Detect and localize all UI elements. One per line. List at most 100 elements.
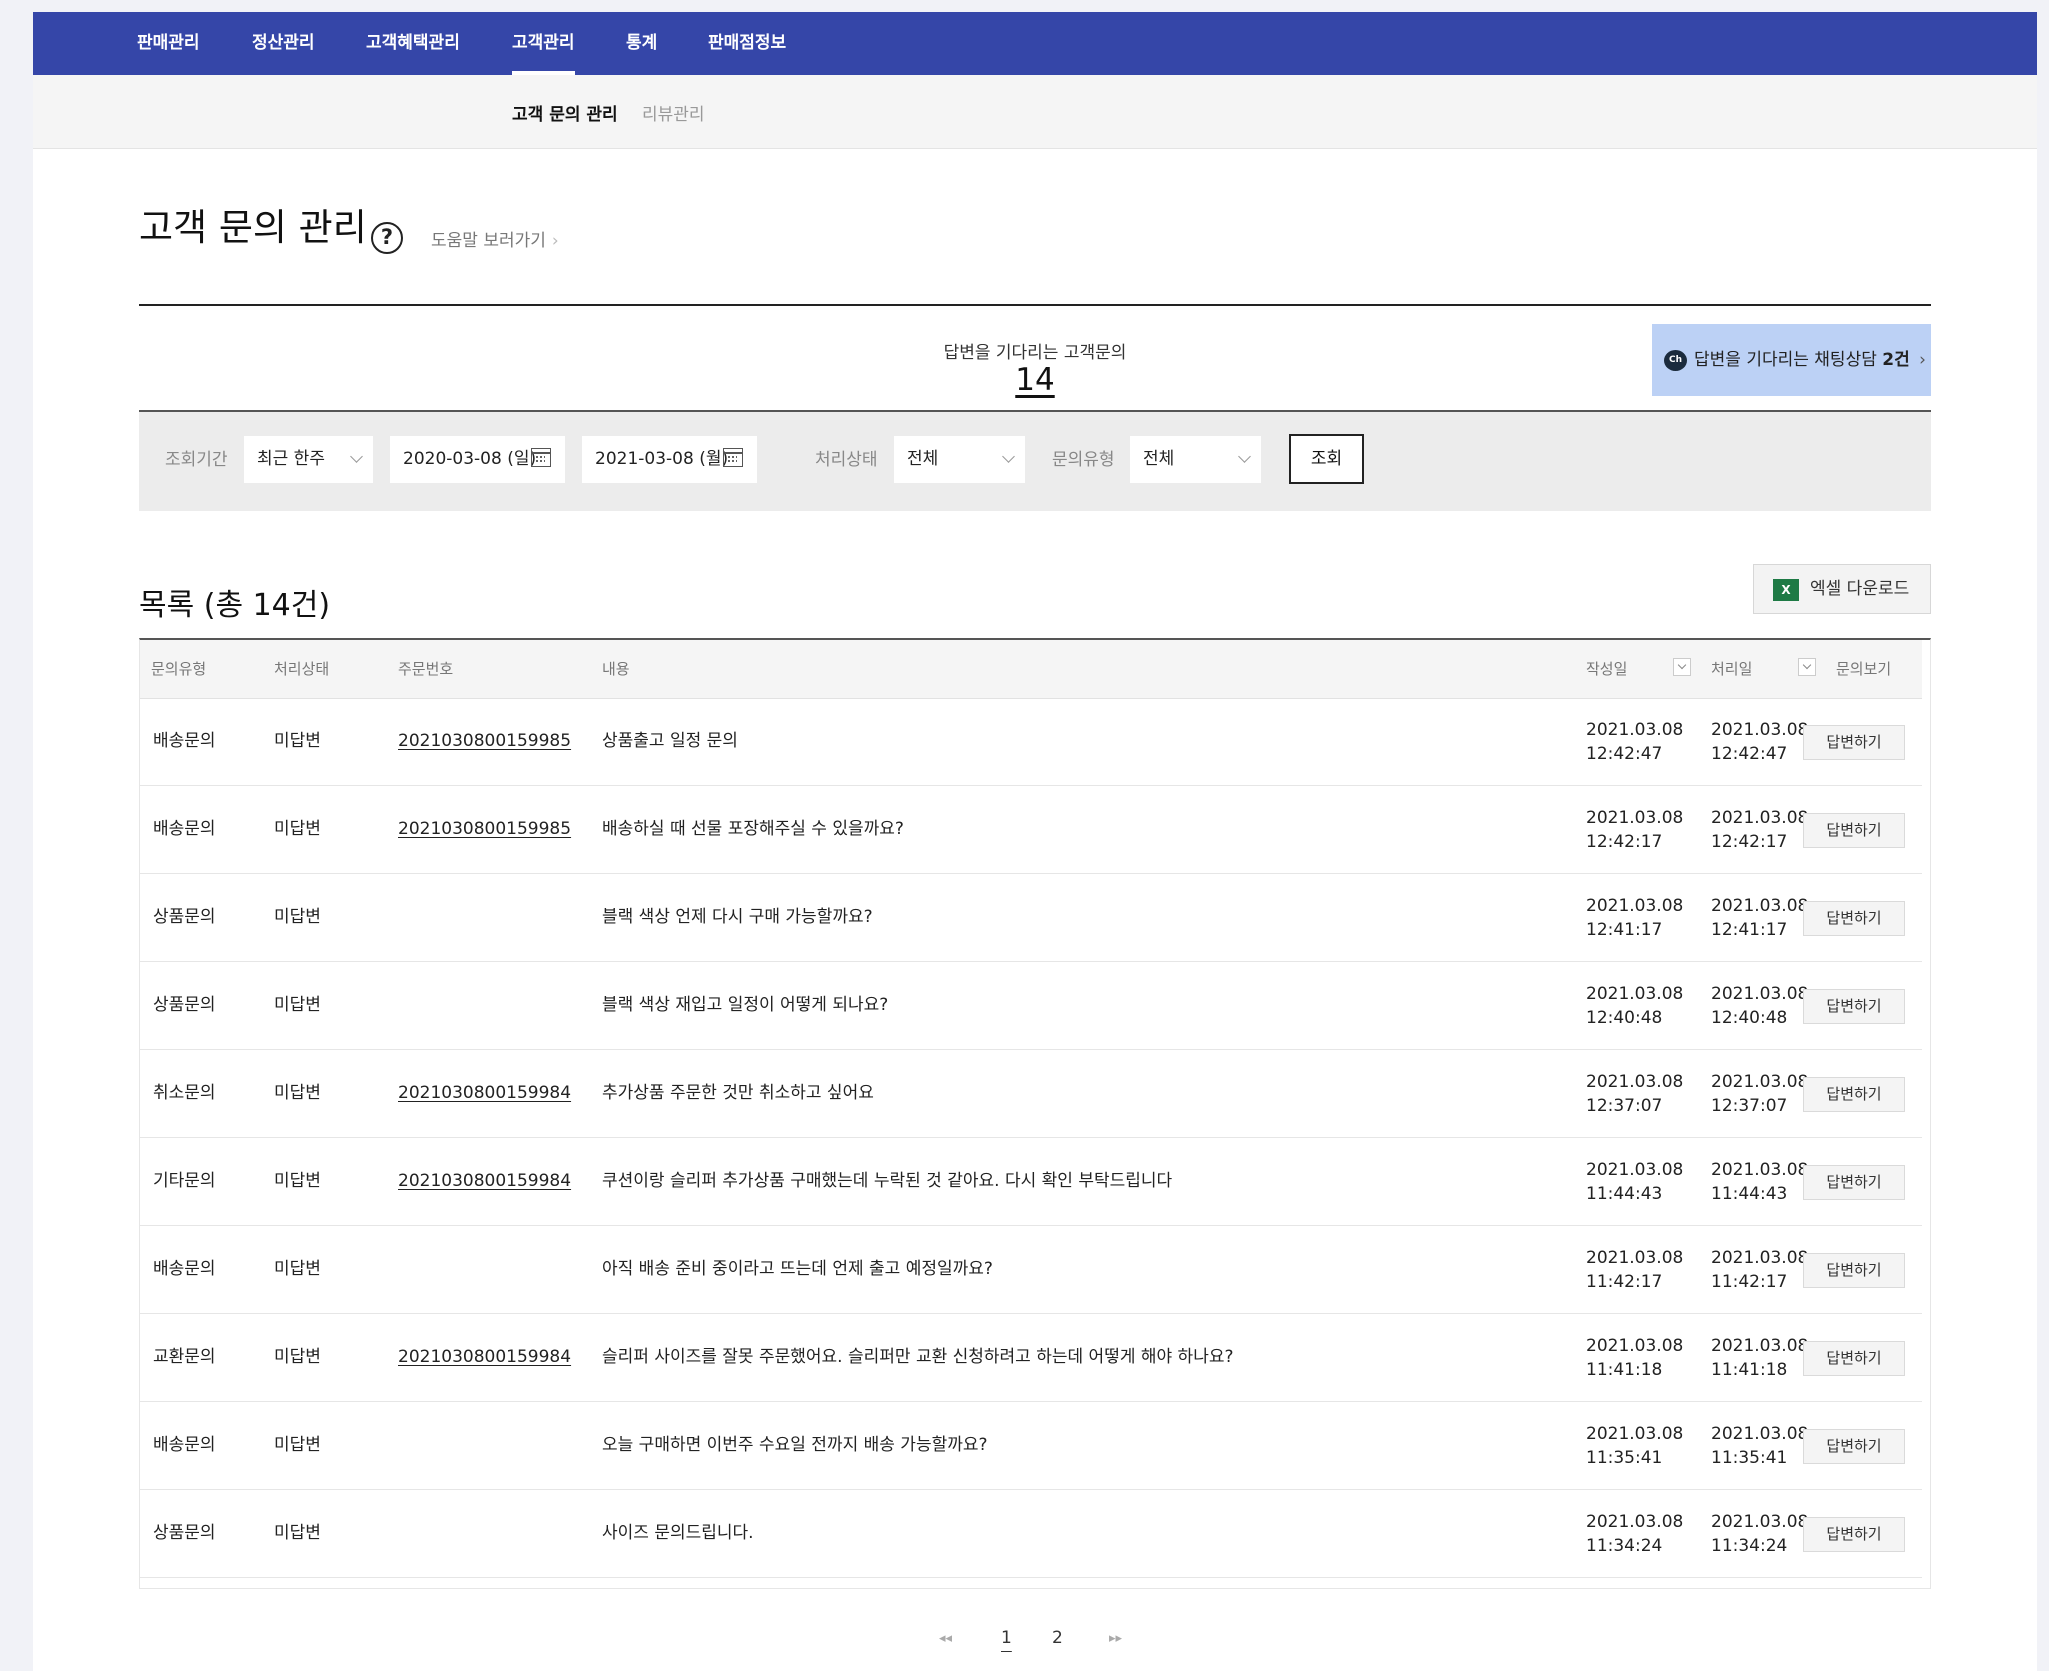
row-order-number[interactable]: 2021030800159984 <box>398 1138 571 1224</box>
row-created: 2021.03.08 11:44:43 <box>1586 1158 1683 1206</box>
column-header-view: 문의보기 <box>1836 660 1892 678</box>
answer-button[interactable]: 답변하기 <box>1803 813 1905 848</box>
row-processed-time: 12:42:47 <box>1711 744 1788 764</box>
page-title: 고객 문의 관리 <box>139 206 367 249</box>
nav-item-sales[interactable]: 판매관리 <box>137 12 200 75</box>
row-content: 슬리퍼 사이즈를 잘못 주문했어요. 슬리퍼만 교환 신청하려고 하는데 어떻게… <box>602 1347 1234 1367</box>
column-header-processed[interactable]: 처리일 <box>1711 640 1816 698</box>
answer-button[interactable]: 답변하기 <box>1803 1517 1905 1552</box>
page-2-link[interactable]: 2 <box>1052 1628 1063 1648</box>
help-icon[interactable]: ? <box>371 222 403 254</box>
row-status: 미답변 <box>274 1171 321 1191</box>
answer-button[interactable]: 답변하기 <box>1803 1429 1905 1464</box>
answer-button[interactable]: 답변하기 <box>1803 901 1905 936</box>
table-row: 취소문의 미답변 2021030800159984 추가상품 주문한 것만 취소하고 … <box>140 1050 1922 1138</box>
answer-button[interactable]: 답변하기 <box>1803 1165 1905 1200</box>
nav-item-store-info[interactable]: 판매점정보 <box>708 12 786 75</box>
row-processed-date: 2021.03.08 <box>1711 1160 1809 1180</box>
waiting-chat-button[interactable]: Ch 답변을 기다리는 채팅상담 2건 › <box>1652 324 1931 396</box>
row-created: 2021.03.08 12:40:48 <box>1586 982 1683 1030</box>
waiting-inquiries-count[interactable]: 14 <box>1015 362 1054 398</box>
row-content: 아직 배송 준비 중이라고 뜨는데 언제 출고 예정일까요? <box>602 1259 993 1279</box>
help-link[interactable]: 도움말 보러가기 › <box>431 226 559 251</box>
nav-item-stats[interactable]: 통계 <box>626 12 657 75</box>
column-header-created[interactable]: 작성일 <box>1586 640 1691 698</box>
sort-icon <box>1673 658 1691 676</box>
start-date-input[interactable]: 2020-03-08 (일) <box>390 436 565 483</box>
answer-button[interactable]: 답변하기 <box>1803 1341 1905 1376</box>
type-select[interactable]: 전체 <box>1130 436 1261 483</box>
table-row: 기타문의 미답변 2021030800159984 쿠션이랑 슬리퍼 추가상품 구매했… <box>140 1138 1922 1226</box>
row-inquiry-type: 배송문의 <box>153 819 216 839</box>
row-status: 미답변 <box>274 907 321 927</box>
row-status: 미답변 <box>274 1259 321 1279</box>
answer-button[interactable]: 답변하기 <box>1803 725 1905 760</box>
answer-button[interactable]: 답변하기 <box>1803 1077 1905 1112</box>
row-processed: 2021.03.08 12:40:48 <box>1711 982 1808 1030</box>
row-content: 블랙 색상 재입고 일정이 어떻게 되나요? <box>602 995 889 1015</box>
type-select-value: 전체 <box>1143 449 1175 469</box>
search-button[interactable]: 조회 <box>1289 434 1364 484</box>
row-processed-date: 2021.03.08 <box>1711 1336 1809 1356</box>
row-processed-time: 12:37:07 <box>1711 1096 1788 1116</box>
waiting-chat-text: 답변을 기다리는 채팅상담 2건 › <box>1694 324 1926 396</box>
answer-button[interactable]: 답변하기 <box>1803 1253 1905 1288</box>
row-status: 미답변 <box>274 995 321 1015</box>
table-row: 상품문의 미답변 블랙 색상 재입고 일정이 어떻게 되나요? 2021.03.08 1… <box>140 962 1922 1050</box>
row-processed-date: 2021.03.08 <box>1711 720 1809 740</box>
period-select[interactable]: 최근 한주 <box>244 436 373 483</box>
sub-nav: 고객 문의 관리 리뷰관리 <box>33 75 2037 149</box>
divider <box>139 304 1931 306</box>
row-created-date: 2021.03.08 <box>1586 1072 1684 1092</box>
row-created-date: 2021.03.08 <box>1586 808 1684 828</box>
row-created-time: 11:35:41 <box>1586 1448 1663 1468</box>
excel-download-button[interactable]: X 엑셀 다운로드 <box>1753 564 1931 614</box>
row-processed: 2021.03.08 12:42:47 <box>1711 718 1808 766</box>
answer-button[interactable]: 답변하기 <box>1803 989 1905 1024</box>
row-processed-date: 2021.03.08 <box>1711 984 1809 1004</box>
row-processed-date: 2021.03.08 <box>1711 1424 1809 1444</box>
table-row: 배송문의 미답변 오늘 구매하면 이번주 수요일 전까지 배송 가능할까요? 2021… <box>140 1402 1922 1490</box>
row-order-number[interactable]: 2021030800159985 <box>398 698 571 784</box>
last-page-icon[interactable]: ▸▸ <box>1109 1631 1122 1646</box>
row-processed-date: 2021.03.08 <box>1711 1512 1809 1532</box>
end-date-input[interactable]: 2021-03-08 (월) <box>582 436 757 483</box>
row-inquiry-type: 교환문의 <box>153 1347 216 1367</box>
status-select[interactable]: 전체 <box>894 436 1025 483</box>
row-inquiry-type: 배송문의 <box>153 1435 216 1455</box>
row-status: 미답변 <box>274 819 321 839</box>
row-created-time: 11:41:18 <box>1586 1360 1663 1380</box>
row-processed: 2021.03.08 12:41:17 <box>1711 894 1808 942</box>
row-content: 사이즈 문의드립니다. <box>602 1523 754 1543</box>
nav-item-customers[interactable]: 고객관리 <box>512 12 575 75</box>
excel-download-label: 엑셀 다운로드 <box>1810 579 1910 599</box>
row-status: 미답변 <box>274 731 321 751</box>
row-order-number[interactable]: 2021030800159985 <box>398 786 571 872</box>
row-processed: 2021.03.08 11:35:41 <box>1711 1422 1808 1470</box>
subnav-review-management[interactable]: 리뷰관리 <box>642 75 705 155</box>
row-created-date: 2021.03.08 <box>1586 1160 1684 1180</box>
calendar-icon <box>531 448 551 467</box>
column-header-order: 주문번호 <box>398 660 454 678</box>
table-row: 배송문의 미답변 2021030800159985 배송하실 때 선물 포장해주실 수… <box>140 786 1922 874</box>
nav-item-benefits[interactable]: 고객혜택관리 <box>366 12 460 75</box>
row-inquiry-type: 배송문의 <box>153 1259 216 1279</box>
row-inquiry-type: 상품문의 <box>153 1523 216 1543</box>
row-status: 미답변 <box>274 1347 321 1367</box>
nav-item-settlement[interactable]: 정산관리 <box>252 12 315 75</box>
first-page-icon[interactable]: ◂◂ <box>939 1631 952 1646</box>
page-1-link[interactable]: 1 <box>1001 1628 1012 1648</box>
row-created-time: 11:44:43 <box>1586 1184 1663 1204</box>
row-created-time: 12:37:07 <box>1586 1096 1663 1116</box>
period-select-value: 최근 한주 <box>257 449 325 469</box>
type-label: 문의유형 <box>1052 450 1115 470</box>
row-order-number[interactable]: 2021030800159984 <box>398 1314 571 1400</box>
subnav-inquiry-management[interactable]: 고객 문의 관리 <box>512 75 618 155</box>
column-header-content: 내용 <box>602 660 630 678</box>
row-order-number[interactable]: 2021030800159984 <box>398 1050 571 1136</box>
row-created: 2021.03.08 12:37:07 <box>1586 1070 1683 1118</box>
status-select-value: 전체 <box>907 449 939 469</box>
row-processed-time: 12:40:48 <box>1711 1008 1788 1028</box>
inquiry-table: 문의유형 처리상태 주문번호 내용 작성일 처리일 문의보기 배송문의 미답변 20… <box>139 638 1931 1589</box>
row-processed-date: 2021.03.08 <box>1711 1248 1809 1268</box>
